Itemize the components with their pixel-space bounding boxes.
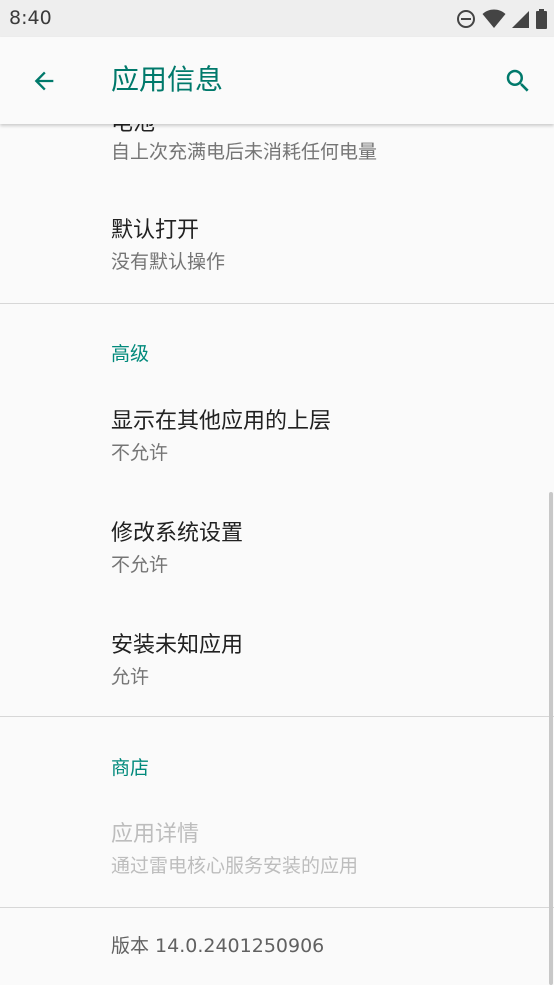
pref-modify-system-settings[interactable]: 修改系统设置 不允许 [0, 491, 548, 603]
category-header-advanced: 高级 [111, 343, 150, 365]
status-time: 8:40 [9, 7, 52, 29]
page-title: 应用信息 [111, 63, 224, 96]
pref-modify-system-settings-title: 修改系统设置 [111, 521, 244, 546]
pref-display-over-apps-title: 显示在其他应用的上层 [111, 409, 332, 434]
search-icon [506, 69, 529, 92]
pref-open-by-default-title: 默认打开 [111, 218, 200, 243]
scrollbar[interactable] [549, 492, 553, 985]
pref-battery[interactable]: 电池 自上次充满电后未消耗任何电量 [0, 124, 548, 185]
version-text: 版本 14.0.2401250906 [111, 935, 325, 957]
pref-install-unknown-apps[interactable]: 安装未知应用 允许 [0, 603, 548, 716]
divider [0, 716, 554, 717]
pref-battery-summary: 自上次充满电后未消耗任何电量 [111, 141, 378, 163]
do-not-disturb-icon [457, 10, 475, 28]
pref-install-unknown-apps-summary: 允许 [111, 666, 150, 688]
divider [0, 303, 554, 304]
pref-install-unknown-apps-title: 安装未知应用 [111, 633, 244, 658]
cell-signal-icon [512, 11, 529, 28]
pref-modify-system-settings-summary: 不允许 [111, 554, 169, 576]
pref-app-details-title: 应用详情 [111, 822, 200, 847]
arrow-back-icon [34, 71, 54, 91]
back-button[interactable] [22, 59, 66, 103]
status-icons [456, 8, 547, 30]
pref-display-over-apps[interactable]: 显示在其他应用的上层 不允许 [0, 379, 548, 491]
pref-app-details-summary: 通过雷电核心服务安装的应用 [111, 855, 359, 877]
pref-open-by-default-summary: 没有默认操作 [111, 251, 226, 273]
status-bar: 8:40 [0, 0, 554, 37]
pref-app-details: 应用详情 通过雷电核心服务安装的应用 [0, 792, 548, 907]
search-button[interactable] [496, 59, 540, 103]
wifi-icon [482, 9, 506, 28]
pref-display-over-apps-summary: 不允许 [111, 442, 169, 464]
pref-open-by-default[interactable]: 默认打开 没有默认操作 [0, 185, 548, 303]
battery-icon [536, 9, 547, 29]
app-bar: 应用信息 [0, 37, 554, 124]
pref-battery-title: 电池 [111, 124, 155, 138]
settings-list[interactable]: 电池 自上次充满电后未消耗任何电量 默认打开 没有默认操作 高级 显示在其他应用… [0, 124, 554, 985]
category-header-store: 商店 [111, 757, 150, 779]
divider [0, 907, 554, 908]
